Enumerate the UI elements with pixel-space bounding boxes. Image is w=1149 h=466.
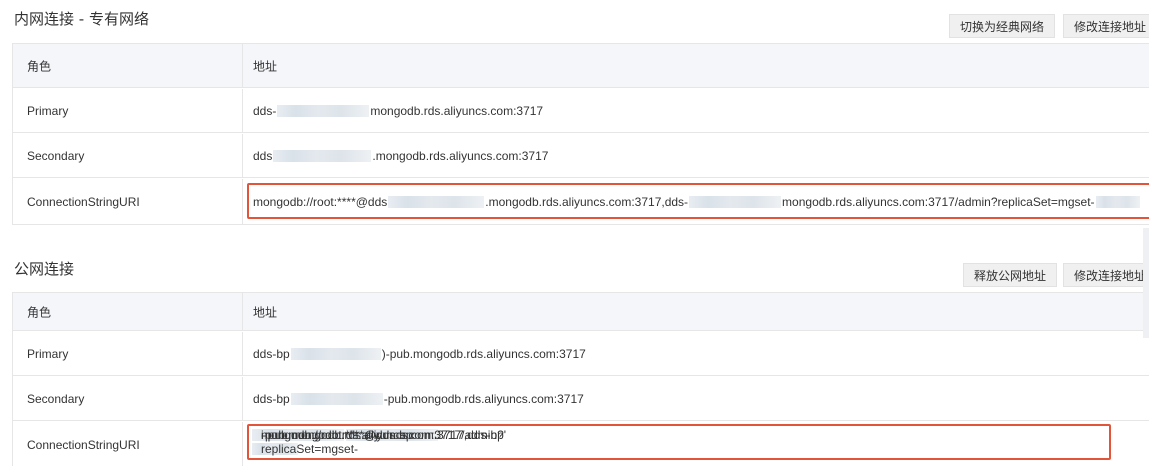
header-address: 地址 (253, 305, 278, 319)
table-row: Secondary dds-bp -pub.mongodb.rds.aliyunc… (13, 377, 1149, 421)
header-role: 角色 (27, 59, 52, 73)
switch-to-classic-network-button[interactable]: 切换为经典网络 (949, 14, 1056, 38)
redacted-block (290, 347, 381, 360)
header-address: 地址 (253, 59, 278, 73)
role-cell: Primary (27, 346, 69, 361)
release-public-address-button[interactable]: 释放公网地址 (963, 263, 1058, 287)
role-cell: Secondary (27, 148, 85, 163)
modify-connection-address-button[interactable]: 修改连接地址 (1063, 263, 1149, 287)
role-cell: ConnectionStringURI (27, 438, 140, 452)
redacted-block (1095, 195, 1140, 208)
redacted-block (277, 104, 370, 117)
role-cell: ConnectionStringURI (27, 194, 140, 209)
table-row: ConnectionStringURI mongodb://root:****@… (13, 179, 1149, 225)
section-title: 内网连接 - 专有网络 (14, 10, 149, 28)
address-cell[interactable]: dds .mongodb.rds.aliyuncs.com:3717 (253, 149, 548, 163)
role-cell: Primary (27, 103, 69, 118)
table-header-row: 角色 地址 (13, 293, 1149, 331)
redacted-block (388, 195, 485, 208)
address-cell[interactable]: dds-bp -pub.mongodb.rds.aliyuncs.com:3717 (253, 392, 584, 406)
table-row: Primary dds-mongodb.rds.aliyuncs.com:371… (13, 89, 1149, 133)
table-row: ConnectionStringURI mongodb://root:****@… (13, 422, 1149, 466)
address-cell[interactable]: dds-bp)-pub.mongodb.rds.aliyuncs.com:371… (253, 347, 586, 361)
connection-table: 角色 地址 Primary dds-mongodb.rds.aliyuncs.c… (12, 43, 1149, 225)
scrollbar[interactable] (1143, 228, 1149, 338)
connection-table: 角色 地址 Primary dds-bp)-pub.mongodb.rds.al… (12, 292, 1149, 466)
role-cell: Secondary (27, 391, 85, 406)
connection-string-uri[interactable]: mongodb://root:****@dds .mongodb.rds.aliy… (253, 195, 1141, 209)
redacted-block (689, 195, 782, 208)
table-row: Secondary dds .mongodb.rds.aliyuncs.com:3… (13, 134, 1149, 178)
header-role: 角色 (27, 305, 52, 319)
table-row: Primary dds-bp)-pub.mongodb.rds.aliyuncs… (13, 332, 1149, 376)
modify-connection-address-button[interactable]: 修改连接地址 (1063, 14, 1149, 38)
address-cell[interactable]: dds-mongodb.rds.aliyuncs.com:3717 (253, 104, 543, 118)
public-network-section: 公网连接 释放公网地址 修改连接地址 角色 地址 Primary dds-bp)… (0, 250, 1149, 466)
private-network-section: 内网连接 - 专有网络 切换为经典网络 修改连接地址 角色 地址 Primary… (0, 0, 1149, 230)
table-header-row: 角色 地址 (13, 44, 1149, 88)
redacted-block (290, 392, 383, 405)
redacted-block (273, 149, 372, 162)
section-title: 公网连接 (14, 260, 75, 278)
